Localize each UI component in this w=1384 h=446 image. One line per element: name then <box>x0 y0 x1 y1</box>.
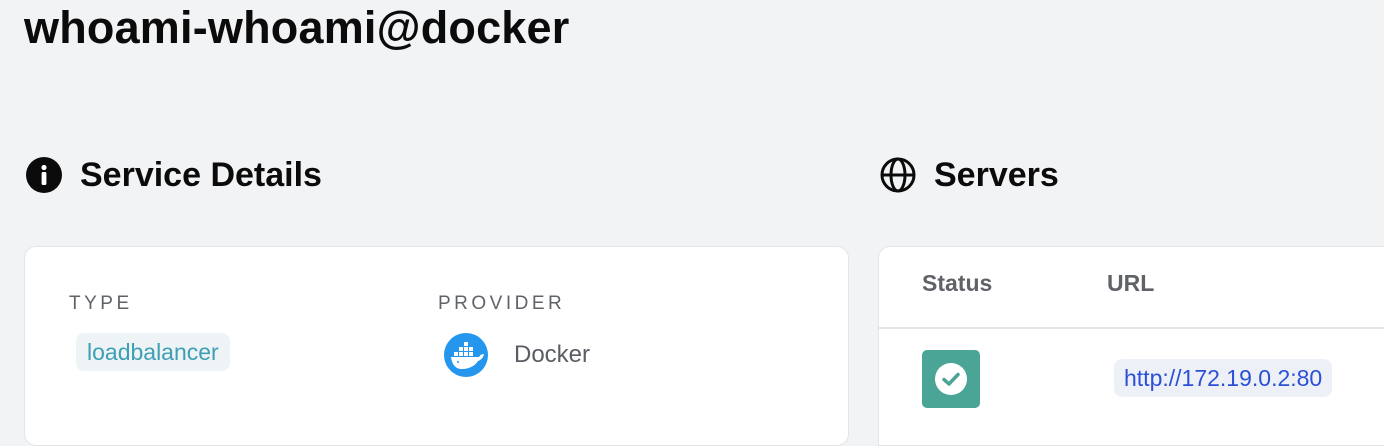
servers-title: Servers <box>934 156 1059 194</box>
servers-card: Status URL http://172.19.0.2:80 <box>878 246 1384 446</box>
provider-label: PROVIDER <box>438 293 566 314</box>
type-label: TYPE <box>69 293 133 314</box>
docker-icon <box>444 333 488 377</box>
check-icon <box>934 362 968 396</box>
globe-icon <box>878 155 918 195</box>
servers-header: Servers <box>878 155 1059 195</box>
info-icon <box>24 155 64 195</box>
status-indicator <box>922 350 980 408</box>
service-details-title: Service Details <box>80 156 322 194</box>
service-details-header: Service Details <box>24 155 322 195</box>
column-header-status: Status <box>922 270 993 296</box>
provider-name: Docker <box>514 341 591 368</box>
column-header-url: URL <box>1107 270 1155 296</box>
page-title: whoami-whoami@docker <box>24 2 570 53</box>
provider: Docker <box>444 333 590 377</box>
type-badge: loadbalancer <box>76 333 230 371</box>
service-details-card: TYPE loadbalancer PROVIDER Docker <box>24 246 849 446</box>
server-url-link[interactable]: http://172.19.0.2:80 <box>1114 359 1333 397</box>
table-divider <box>879 327 1384 329</box>
